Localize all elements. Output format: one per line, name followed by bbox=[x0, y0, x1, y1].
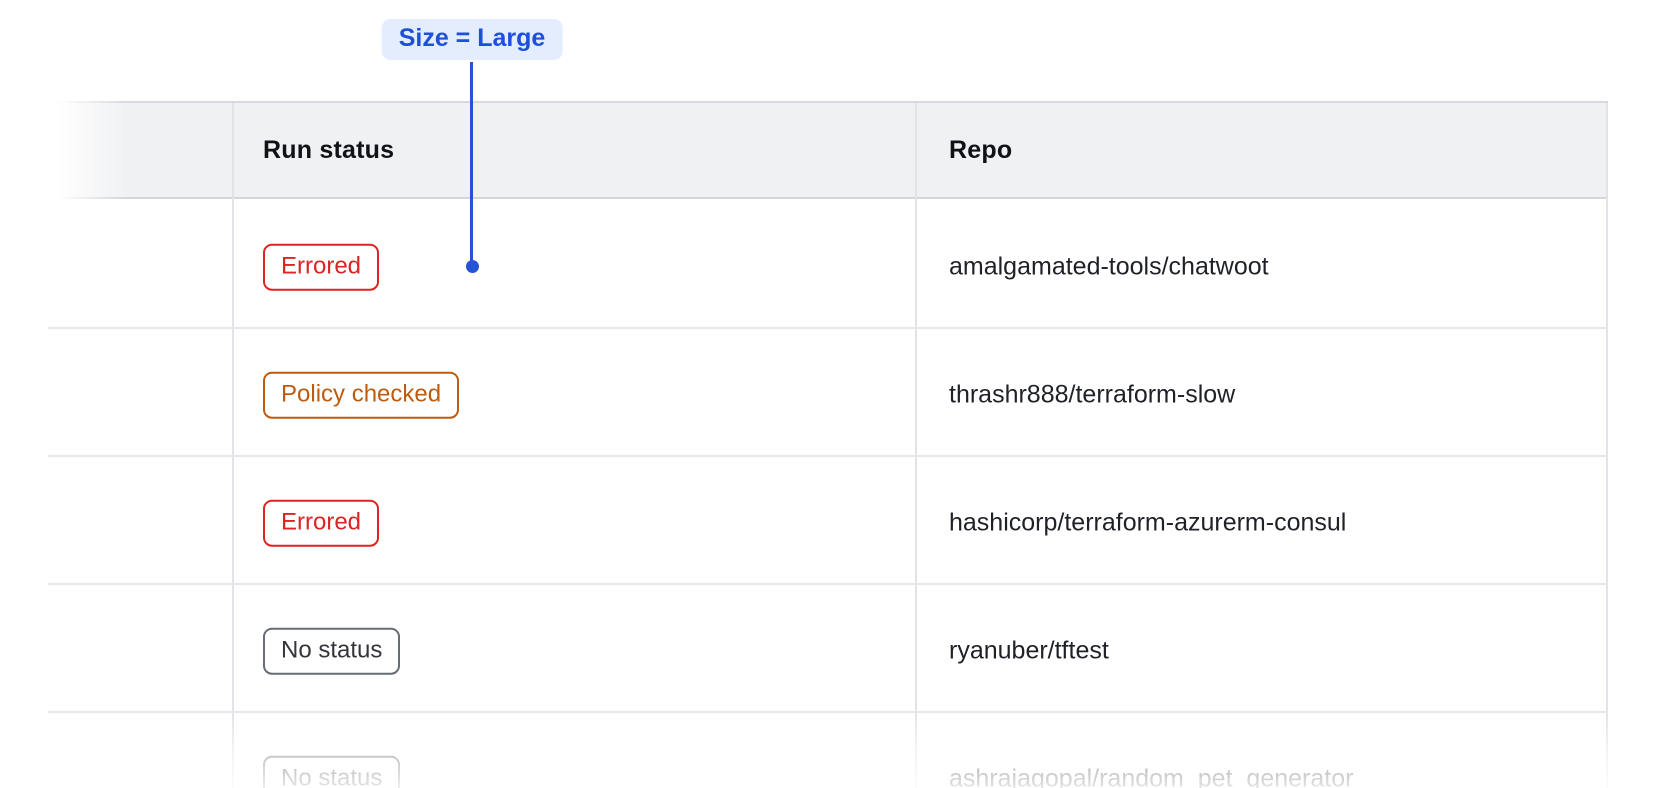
column-header-run-status: Run status bbox=[263, 103, 394, 197]
column-header-repo: Repo bbox=[949, 103, 1012, 197]
run-status-badge-label: No status bbox=[281, 637, 382, 664]
header-left-fade bbox=[48, 99, 128, 201]
repo-cell: thrashr888/terraform-slow bbox=[949, 381, 1235, 410]
size-large-annotation-label: Size = Large bbox=[382, 19, 563, 60]
run-status-badge-label: Errored bbox=[281, 509, 361, 536]
run-status-badge: Errored bbox=[263, 500, 379, 547]
table-row[interactable]: No status ashrajagopal/random_pet_genera… bbox=[48, 711, 1608, 788]
run-status-badge-label: Policy checked bbox=[281, 381, 441, 408]
annotation-pointer-line bbox=[470, 62, 473, 262]
run-status-cell: No status bbox=[263, 756, 400, 788]
annotation-pointer-dot bbox=[466, 260, 479, 273]
repo-cell: amalgamated-tools/chatwoot bbox=[949, 253, 1269, 282]
run-status-cell: No status bbox=[263, 628, 400, 675]
run-status-badge: Policy checked bbox=[263, 372, 459, 419]
table-row[interactable]: Errored hashicorp/terraform-azurerm-cons… bbox=[48, 455, 1608, 583]
run-status-cell: Errored bbox=[263, 244, 379, 291]
run-status-badge-label: No status bbox=[281, 765, 382, 788]
repo-cell: ryanuber/tftest bbox=[949, 637, 1109, 666]
run-status-badge: No status bbox=[263, 756, 400, 788]
table-row[interactable]: Policy checked thrashr888/terraform-slow bbox=[48, 327, 1608, 455]
run-status-badge-label: Errored bbox=[281, 253, 361, 280]
screenshot-canvas: Run status Repo Errored amalgamated-tool… bbox=[0, 0, 1672, 788]
repo-cell: ashrajagopal/random_pet_generator bbox=[949, 765, 1353, 788]
table-row[interactable]: No status ryanuber/tftest bbox=[48, 583, 1608, 711]
run-status-cell: Errored bbox=[263, 500, 379, 547]
repo-cell: hashicorp/terraform-azurerm-consul bbox=[949, 509, 1346, 538]
run-status-badge: No status bbox=[263, 628, 400, 675]
run-status-cell: Policy checked bbox=[263, 372, 459, 419]
run-status-badge: Errored bbox=[263, 244, 379, 291]
table-row[interactable]: Errored amalgamated-tools/chatwoot bbox=[48, 199, 1608, 327]
